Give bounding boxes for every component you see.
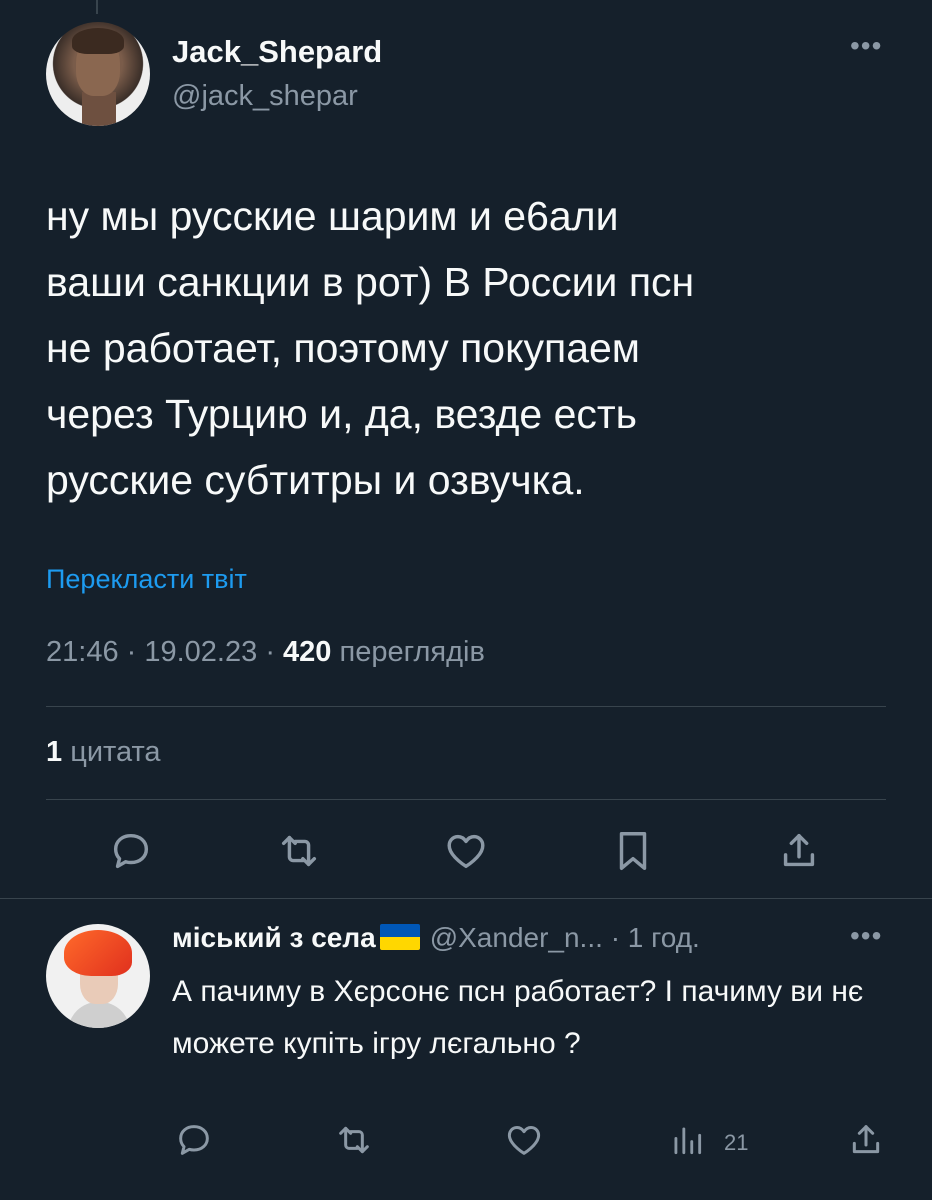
author-handle[interactable]: @jack_shepar bbox=[172, 80, 358, 113]
ukraine-flag-icon bbox=[379, 924, 420, 950]
more-options-icon[interactable]: ••• bbox=[850, 30, 882, 62]
tweet-text: ну мы русские шарим и е6али ваши санкции… bbox=[46, 193, 695, 503]
analytics-icon[interactable] bbox=[668, 1120, 706, 1160]
translate-tweet-link[interactable]: Перекласти твіт bbox=[46, 564, 247, 595]
meta-separator: · bbox=[265, 636, 284, 668]
reply-comment-icon[interactable] bbox=[174, 1120, 214, 1160]
reply-share-icon[interactable] bbox=[846, 1120, 886, 1160]
avatar-hair bbox=[72, 28, 124, 54]
thread-connector-line bbox=[96, 0, 98, 14]
divider bbox=[46, 799, 886, 800]
reply-more-options-icon[interactable]: ••• bbox=[850, 920, 882, 952]
comment-icon[interactable] bbox=[108, 828, 154, 874]
avatar-body bbox=[68, 1002, 130, 1028]
reply-heart-icon[interactable] bbox=[504, 1120, 544, 1160]
author-avatar[interactable] bbox=[46, 22, 150, 126]
tweet-meta: 21:46 · 19.02.23 · 420 переглядів bbox=[46, 636, 485, 669]
bookmark-icon[interactable] bbox=[610, 828, 656, 874]
views-label: переглядів bbox=[339, 636, 485, 668]
reply-author-handle[interactable]: @Xander_n... bbox=[430, 922, 603, 953]
quotes-stat[interactable]: 1 цитата bbox=[46, 736, 161, 769]
reply-separator: · bbox=[610, 922, 621, 953]
reply-time[interactable]: 1 год. bbox=[628, 922, 700, 953]
meta-separator: · bbox=[126, 636, 145, 668]
reply-author-avatar[interactable] bbox=[46, 924, 150, 1028]
avatar-neck bbox=[82, 92, 116, 126]
heart-icon[interactable] bbox=[443, 828, 489, 874]
divider bbox=[0, 898, 932, 899]
avatar-hair bbox=[64, 930, 132, 976]
reply-header: міський з села @Xander_n... · 1 год. bbox=[172, 922, 700, 954]
reply-author-name[interactable]: міський з села bbox=[172, 922, 376, 953]
quotes-label: цитата bbox=[70, 736, 161, 768]
quotes-count: 1 bbox=[46, 736, 63, 768]
reply-text: А пачиму в Хєрсонє псн работаєт? І пачим… bbox=[172, 975, 864, 1060]
share-icon[interactable] bbox=[776, 828, 822, 874]
divider bbox=[46, 706, 886, 707]
author-name[interactable]: Jack_Shepard bbox=[172, 34, 382, 70]
tweet-date[interactable]: 19.02.23 bbox=[144, 636, 257, 668]
reply-views-count: 21 bbox=[724, 1130, 749, 1155]
tweet-time[interactable]: 21:46 bbox=[46, 636, 119, 668]
retweet-icon[interactable] bbox=[276, 828, 322, 874]
reply-retweet-icon[interactable] bbox=[334, 1120, 374, 1160]
views-count: 420 bbox=[283, 636, 332, 668]
